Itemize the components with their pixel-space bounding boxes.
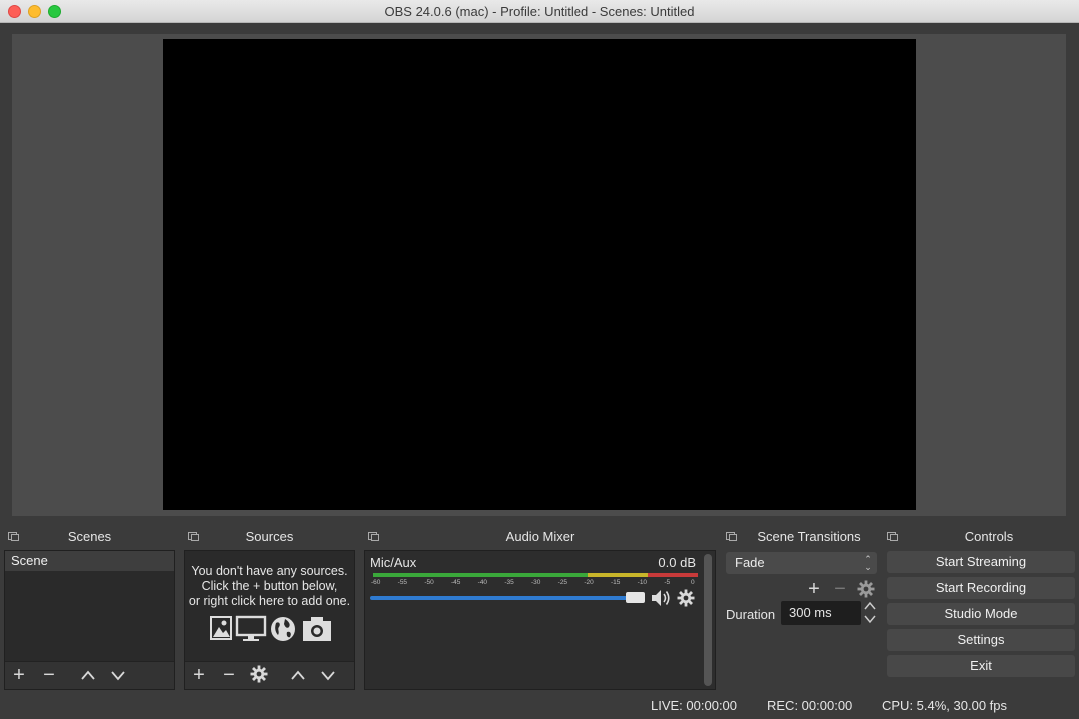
start-streaming-button[interactable]: Start Streaming — [887, 551, 1075, 573]
duration-input[interactable]: 300 ms — [781, 601, 861, 625]
remove-source-button[interactable]: − — [217, 665, 241, 687]
controls-dock: Controls Start Streaming Start Recording… — [883, 528, 1079, 690]
chevron-down-icon — [111, 671, 125, 681]
rec-status: REC: 00:00:00 — [767, 698, 853, 713]
meter-tick-label: -45 — [451, 579, 461, 586]
chevron-down-icon[interactable] — [864, 614, 876, 624]
sources-dock-title: Sources — [184, 528, 355, 546]
move-scene-down-button[interactable] — [106, 665, 130, 687]
volume-slider-track[interactable] — [370, 596, 645, 600]
meter-tick-label: -35 — [504, 579, 514, 586]
add-transition-button[interactable]: + — [802, 579, 826, 601]
live-status: LIVE: 00:00:00 — [651, 698, 738, 713]
controls-dock-title: Controls — [883, 528, 1079, 546]
meter-tick-label: -60 — [371, 579, 381, 586]
volume-meter — [373, 573, 698, 577]
globe-icon — [271, 617, 295, 641]
meter-tick-label: -20 — [584, 579, 594, 586]
source-type-icons — [209, 615, 333, 645]
scene-list-item[interactable]: Scene — [5, 551, 174, 571]
mixer-scrollbar[interactable] — [704, 554, 712, 686]
volume-slider-handle[interactable] — [626, 592, 645, 603]
studio-mode-button[interactable]: Studio Mode — [887, 603, 1075, 625]
exit-button[interactable]: Exit — [887, 655, 1075, 677]
move-source-up-button[interactable] — [286, 665, 310, 687]
image-icon — [210, 616, 232, 640]
meter-tick-label: -40 — [477, 579, 488, 586]
chevron-up-icon[interactable] — [864, 601, 876, 611]
meter-tick-label: 0 — [691, 579, 695, 586]
mixer-channel-db: 0.0 dB — [658, 555, 696, 570]
source-properties-button[interactable] — [247, 665, 271, 687]
audio-mixer-panel: Mic/Aux 0.0 dB -60 -55 -50 -45 -40 -35 -30 -25-… — [364, 550, 716, 690]
preview-canvas[interactable] — [163, 39, 916, 510]
meter-tick-label: -15 — [611, 579, 621, 586]
select-arrows-icon: ⌃ ⌄ — [864, 554, 872, 572]
audio-mixer-dock: Audio Mixer Mic/Aux 0.0 dB -60 -55 -50 -45-… — [364, 528, 716, 690]
mixer-channel-name: Mic/Aux — [370, 555, 417, 570]
meter-tick-label: -55 — [397, 579, 408, 586]
add-source-button[interactable]: + — [187, 665, 211, 687]
monitor-icon — [235, 615, 267, 641]
scenes-list[interactable]: Scene + − — [4, 550, 175, 690]
title-bar: OBS 24.0.6 (mac) - Profile: Untitled - S… — [0, 0, 1079, 23]
duration-label: Duration — [726, 607, 776, 622]
move-scene-up-button[interactable] — [76, 665, 100, 687]
undock-icon[interactable] — [368, 532, 379, 541]
duration-stepper[interactable] — [861, 601, 879, 625]
empty-sources-message: You don't have any sources. Click the + … — [188, 564, 351, 608]
cpu-status: CPU: 5.4%, 30.00 fps — [882, 698, 1008, 713]
transition-select[interactable]: Fade ⌃ ⌄ — [726, 552, 877, 574]
undock-icon[interactable] — [726, 532, 737, 541]
scenes-dock-title: Scenes — [4, 528, 175, 546]
add-scene-button[interactable]: + — [7, 665, 31, 687]
scenes-dock: Scenes Scene + − — [4, 528, 175, 690]
meter-tick-label: -30 — [531, 579, 541, 586]
meter-tick-label: -5 — [664, 579, 671, 586]
undock-icon[interactable] — [188, 532, 199, 541]
undock-icon[interactable] — [8, 532, 19, 541]
audio-mixer-dock-title: Audio Mixer — [364, 528, 716, 546]
chevron-down-icon — [321, 671, 335, 681]
gear-icon[interactable] — [857, 580, 875, 598]
meter-tick-label: -10 — [637, 579, 648, 586]
sources-dock: Sources You don't have any sources. Clic… — [184, 528, 355, 690]
meter-tick-label: -25 — [557, 579, 568, 586]
window-title: OBS 24.0.6 (mac) - Profile: Untitled - S… — [384, 4, 695, 19]
chevron-up-icon — [81, 670, 95, 680]
chevron-up-icon — [291, 670, 305, 680]
undock-icon[interactable] — [887, 532, 898, 541]
settings-button[interactable]: Settings — [887, 629, 1075, 651]
move-source-down-button[interactable] — [316, 665, 340, 687]
remove-transition-button[interactable]: − — [828, 579, 852, 601]
scenes-toolbar: + − — [5, 661, 174, 689]
meter-tick-label: -50 — [424, 579, 434, 586]
sources-toolbar: + − — [185, 661, 354, 689]
start-recording-button[interactable]: Start Recording — [887, 577, 1075, 599]
preview-area[interactable] — [12, 34, 1066, 516]
camera-icon — [303, 617, 331, 641]
scene-transitions-panel: Fade ⌃ ⌄ + − Duration 300 ms — [722, 550, 880, 690]
gear-icon[interactable] — [677, 589, 695, 607]
sources-list[interactable]: You don't have any sources. Click the + … — [184, 550, 355, 690]
gear-icon — [250, 665, 268, 683]
speaker-icon[interactable] — [650, 588, 672, 608]
scene-transitions-dock-title: Scene Transitions — [722, 528, 880, 546]
scene-transitions-dock: Scene Transitions Fade ⌃ ⌄ + − Duration 3… — [722, 528, 880, 690]
remove-scene-button[interactable]: − — [37, 665, 61, 687]
